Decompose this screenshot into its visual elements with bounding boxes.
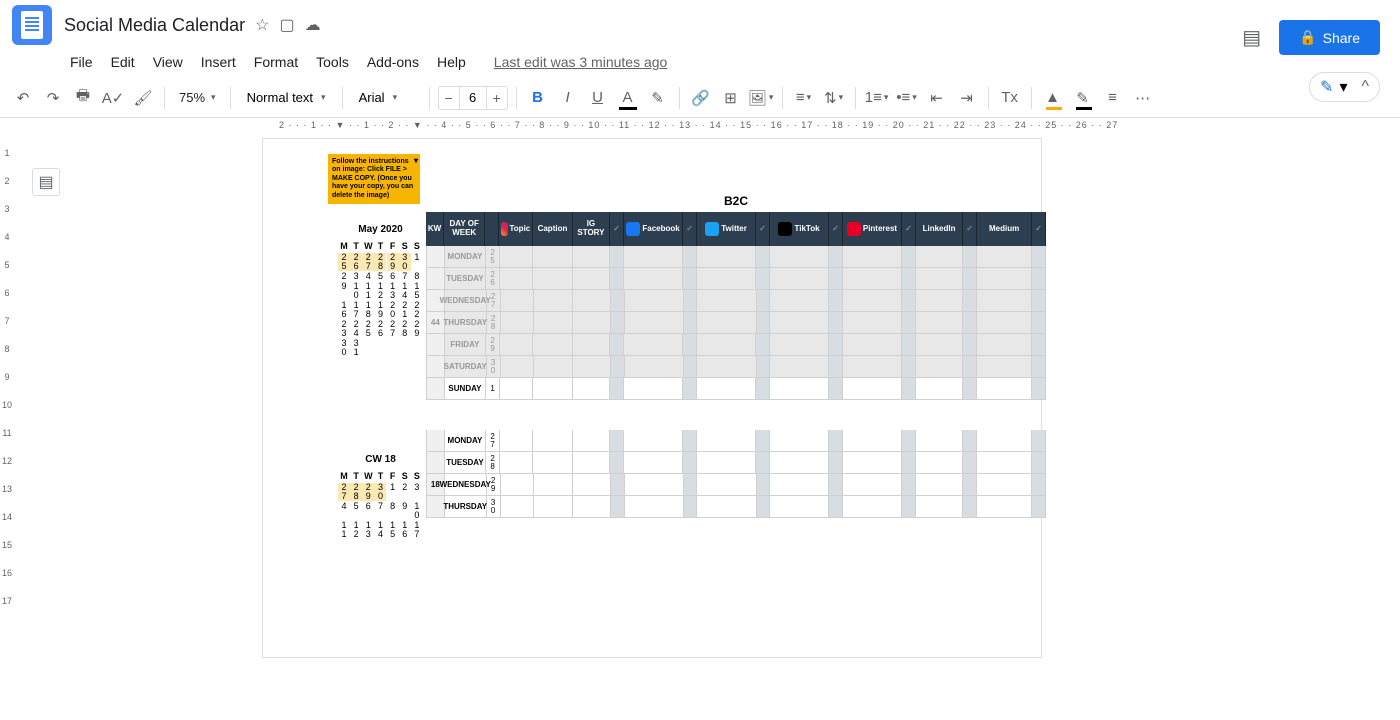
size-input[interactable]: 6 [459,87,487,109]
underline-button[interactable]: U [585,85,611,111]
vertical-ruler[interactable]: 1234567891011121314151617 [0,120,14,720]
editing-mode[interactable]: ✎ ▾ ^ [1309,72,1380,102]
menu-edit[interactable]: Edit [111,54,135,70]
doc-title[interactable]: Social Media Calendar [64,15,245,36]
indent-decrease-icon[interactable]: ⇤ [924,85,950,111]
move-icon[interactable]: ▢ [279,15,294,35]
align-icon[interactable]: ≡ [791,85,817,111]
menu-view[interactable]: View [153,54,183,70]
schedule-table: B2C KW DAY OF WEEK Topic Caption IG STOR… [426,194,1046,518]
menu-format[interactable]: Format [254,54,298,70]
horizontal-ruler[interactable]: 2 · · · 1 · · ▼ · · 1 · · 2 · · ▼ · · 4 … [14,118,1400,138]
pencil-icon: ✎ [1320,77,1333,97]
star-icon[interactable]: ☆ [255,15,269,35]
text-color-button[interactable]: A [615,85,641,111]
schedule-row[interactable]: TUESDAY26 [427,268,1046,290]
schedule-row[interactable]: MONDAY25 [427,246,1046,268]
size-decrease[interactable]: − [439,87,459,109]
indent-increase-icon[interactable]: ⇥ [954,85,980,111]
menu-bar: File Edit View Insert Format Tools Add-o… [0,50,1400,78]
instruction-note: Follow the instructions on image: Click … [328,154,420,204]
docs-logo[interactable] [12,5,52,45]
zoom-select[interactable]: 75% [173,90,222,105]
border-dash-icon[interactable]: ⋯ [1130,85,1156,111]
schedule-row[interactable]: SUNDAY1 [427,378,1046,400]
schedule-row[interactable]: 18WEDNESDAY29 [427,474,1046,496]
schedule-row[interactable]: 44THURSDAY28 [427,312,1046,334]
menu-tools[interactable]: Tools [316,54,349,70]
mini-calendar-may: May 2020MTWTFSS2526272829301234567891011… [338,224,423,358]
menu-file[interactable]: File [70,54,93,70]
menu-help[interactable]: Help [437,54,466,70]
size-increase[interactable]: + [487,87,507,109]
note-dropdown-icon[interactable]: ▾ [414,156,418,166]
tiktok-icon [778,222,792,236]
font-select[interactable]: Arial [351,90,421,105]
pinterest-icon [847,222,861,236]
lock-icon: 🔒 [1299,29,1316,46]
document-page[interactable]: Follow the instructions on image: Click … [262,138,1042,658]
toolbar: ↶ ↷ 🖶 A✓ 🖌 75% Normal text Arial − 6 + B… [0,78,1400,118]
schedule-row[interactable]: THURSDAY30 [427,496,1046,518]
fill-color-icon[interactable]: ▲ [1040,85,1066,111]
facebook-icon [626,222,640,236]
comment-add-icon[interactable]: ⊞ [718,85,744,111]
instagram-icon [501,222,507,236]
schedule-title: B2C [426,194,1046,208]
image-icon[interactable]: 🖼 [748,85,774,111]
spellcheck-icon[interactable]: A✓ [100,85,126,111]
border-color-icon[interactable]: ✎ [1070,85,1096,111]
schedule-row[interactable]: SATURDAY30 [427,356,1046,378]
undo-icon[interactable]: ↶ [10,85,36,111]
bulleted-list-icon[interactable]: •≡ [894,85,920,111]
twitter-icon [705,222,719,236]
schedule-row[interactable]: MONDAY27 [427,430,1046,452]
numbered-list-icon[interactable]: 1≡ [864,85,890,111]
schedule-header: KW DAY OF WEEK Topic Caption IG STORY ✓ … [426,212,1046,246]
schedule-row[interactable]: TUESDAY28 [427,452,1046,474]
menu-insert[interactable]: Insert [201,54,236,70]
chevron-down-icon: ▾ [1339,77,1347,97]
paragraph-style-select[interactable]: Normal text [239,90,334,105]
highlight-button[interactable]: ✎ [645,85,671,111]
italic-button[interactable]: I [555,85,581,111]
font-size: − 6 + [438,86,508,110]
print-icon[interactable]: 🖶 [70,85,96,111]
clear-format-icon[interactable]: Tx [997,85,1023,111]
outline-toggle-icon[interactable]: ▤ [32,168,60,196]
schedule-row[interactable]: WEDNESDAY27 [427,290,1046,312]
border-weight-icon[interactable]: ≡ [1100,85,1126,111]
bold-button[interactable]: B [525,85,551,111]
link-icon[interactable]: 🔗 [688,85,714,111]
menu-addons[interactable]: Add-ons [367,54,419,70]
last-edit[interactable]: Last edit was 3 minutes ago [494,54,668,70]
line-spacing-icon[interactable]: ⇅ [821,85,847,111]
schedule-row[interactable]: FRIDAY29 [427,334,1046,356]
share-button[interactable]: 🔒 Share [1279,20,1380,55]
mini-calendar-cw18: CW 18MTWTFSS2728293012345678910111213141… [338,454,423,540]
comments-icon[interactable]: ▤ [1242,25,1261,50]
cloud-icon[interactable]: ☁ [305,15,321,35]
redo-icon[interactable]: ↷ [40,85,66,111]
paint-format-icon[interactable]: 🖌 [130,85,156,111]
